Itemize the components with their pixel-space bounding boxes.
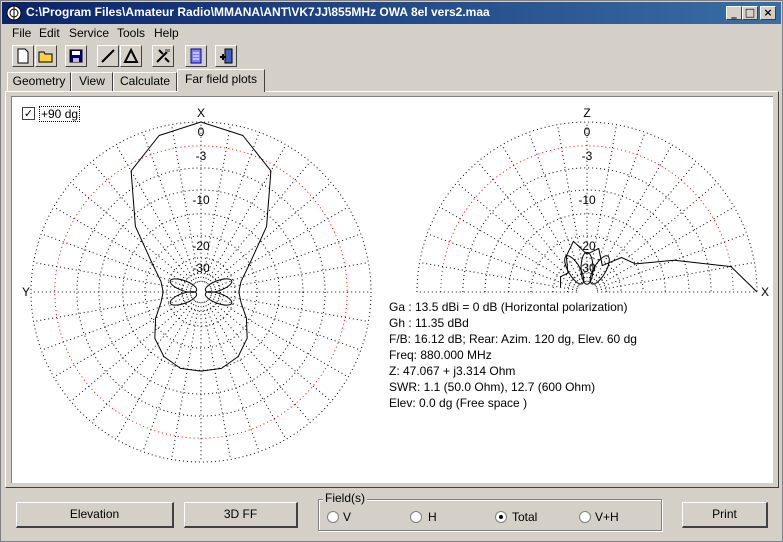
triangle-tool-icon	[123, 48, 139, 63]
gain-ga-text: Ga : 13.5 dBi = 0 dB (Horizontal polariz…	[389, 300, 628, 314]
menu-bar: File Edit Service Tools Help	[2, 24, 781, 42]
tab-far-field-plots[interactable]: Far field plots	[177, 69, 265, 92]
document-icon	[190, 48, 202, 64]
tab-calculate[interactable]: Calculate	[113, 72, 177, 91]
right-grid-spoke	[501, 144, 583, 284]
exit-button[interactable]	[215, 45, 237, 67]
tab-view[interactable]: View	[71, 72, 113, 91]
radio-vh-label[interactable]: V+H	[595, 510, 619, 524]
menu-help[interactable]: Help	[154, 26, 179, 40]
left-axis-x-label: X	[197, 106, 205, 120]
radio-total-label[interactable]: Total	[512, 510, 537, 524]
left-grid-spoke	[91, 299, 195, 423]
tab-geometry[interactable]: Geometry	[7, 72, 71, 91]
radio-total[interactable]	[495, 511, 507, 523]
document-button[interactable]	[185, 45, 207, 67]
triangle-tool-button[interactable]	[120, 45, 142, 67]
impedance-text: Z: 47.067 + j3.314 Ohm	[389, 364, 516, 378]
left-ring-label-3: -20	[192, 239, 210, 253]
radio-h-label[interactable]: H	[428, 510, 437, 524]
gain-gh-text: Gh : 11.35 dBd	[389, 316, 469, 330]
radio-v-label[interactable]: V	[343, 510, 351, 524]
title-bar[interactable]: C:\Program Files\Amateur Radio\MMANA\ANT…	[2, 2, 781, 24]
tools-icon	[156, 49, 170, 63]
left-grid-spoke	[209, 206, 349, 288]
minimize-button[interactable]: _	[726, 6, 742, 20]
left-grid-spoke	[170, 301, 200, 460]
right-grid-spoke	[419, 261, 578, 291]
print-button[interactable]: Print	[682, 502, 768, 528]
new-file-icon	[17, 48, 29, 64]
right-grid-spoke	[594, 182, 718, 286]
front-back-text: F/B: 16.12 dB; Rear: Azim. 120 dg, Elev.…	[389, 332, 637, 346]
left-ring-label-2: -10	[192, 193, 210, 207]
line-tool-button[interactable]	[97, 45, 119, 67]
3d-ff-button[interactable]: 3D FF	[184, 502, 298, 528]
app-icon[interactable]	[6, 5, 22, 21]
right-ring-label-4: -30	[578, 261, 596, 275]
far-field-panel: 0 -3 -10 -20 -30 X Y 0 -3 -10 -20 -30 Z X ✓ +90 dg Ga…	[5, 91, 779, 488]
elevation-button[interactable]: Elevation	[16, 502, 174, 528]
maximize-button[interactable]: □	[742, 6, 758, 20]
left-grid-spoke	[70, 298, 194, 402]
menu-tools[interactable]: Tools	[117, 26, 145, 40]
window-title: C:\Program Files\Amateur Radio\MMANA\ANT…	[26, 5, 490, 19]
frequency-text: Freq: 880.000 MHz	[389, 348, 492, 362]
right-axis-z-label: Z	[583, 106, 590, 120]
right-grid-spoke	[456, 182, 580, 286]
plus-90-label[interactable]: +90 dg	[39, 106, 81, 122]
radio-vh[interactable]	[579, 511, 591, 523]
left-grid-spoke	[210, 293, 369, 323]
right-ring-label-1: -3	[582, 149, 593, 163]
right-axis-x-label: X	[761, 285, 769, 299]
left-ring-label-4: -30	[192, 261, 210, 275]
left-grid-spoke	[207, 299, 311, 423]
left-grid-spoke	[210, 295, 361, 351]
open-button[interactable]	[35, 45, 57, 67]
right-grid-spoke	[427, 233, 578, 289]
right-grid-spoke	[477, 161, 581, 285]
left-grid-spoke	[205, 144, 287, 284]
right-grid-ring	[566, 272, 608, 293]
right-ring-label-3: -20	[578, 239, 596, 253]
left-grid-spoke	[210, 233, 361, 289]
menu-file[interactable]: File	[12, 26, 31, 40]
open-folder-icon	[38, 51, 53, 63]
left-axis-y-label: Y	[22, 285, 30, 299]
left-grid-spoke	[207, 161, 311, 285]
polar-plots: 0 -3 -10 -20 -30 X Y 0 -3 -10 -20 -30 Z X	[22, 106, 769, 463]
left-grid-spoke	[208, 182, 332, 286]
plus-90-checkbox[interactable]: ✓	[22, 107, 35, 120]
left-ring-label-0: 0	[198, 125, 205, 139]
left-grid-spoke	[204, 301, 260, 452]
left-grid-ring	[98, 189, 304, 395]
close-button[interactable]: ×	[760, 6, 776, 20]
elevation-info-text: Elev: 0.0 dg (Free space )	[389, 396, 528, 410]
fields-legend: Field(s)	[323, 491, 368, 505]
plot-area: 0 -3 -10 -20 -30 X Y 0 -3 -10 -20 -30 Z X ✓ +90 dg Ga…	[11, 96, 773, 483]
left-ring-label-1: -3	[196, 149, 207, 163]
right-ring-label-2: -10	[578, 193, 596, 207]
exit-icon	[220, 48, 233, 64]
swr-text: SWR: 1.1 (50.0 Ohm), 12.7 (600 Ohm)	[389, 380, 596, 394]
main-window: C:\Program Files\Amateur Radio\MMANA\ANT…	[0, 0, 783, 542]
left-grid-spoke	[41, 233, 192, 289]
radio-v[interactable]	[327, 511, 339, 523]
line-tool-icon	[101, 49, 115, 63]
save-button[interactable]	[65, 45, 87, 67]
menu-edit[interactable]: Edit	[39, 26, 60, 40]
right-ring-label-0: 0	[584, 125, 591, 139]
tools-button[interactable]	[152, 45, 174, 67]
right-grid-spoke	[528, 132, 584, 283]
toolbar	[2, 44, 781, 70]
radio-h[interactable]	[410, 511, 422, 523]
left-grid-spoke	[70, 182, 194, 286]
new-file-button[interactable]	[12, 45, 34, 67]
left-grid-spoke	[208, 298, 332, 402]
save-disk-icon	[69, 49, 83, 63]
menu-service[interactable]: Service	[69, 26, 109, 40]
